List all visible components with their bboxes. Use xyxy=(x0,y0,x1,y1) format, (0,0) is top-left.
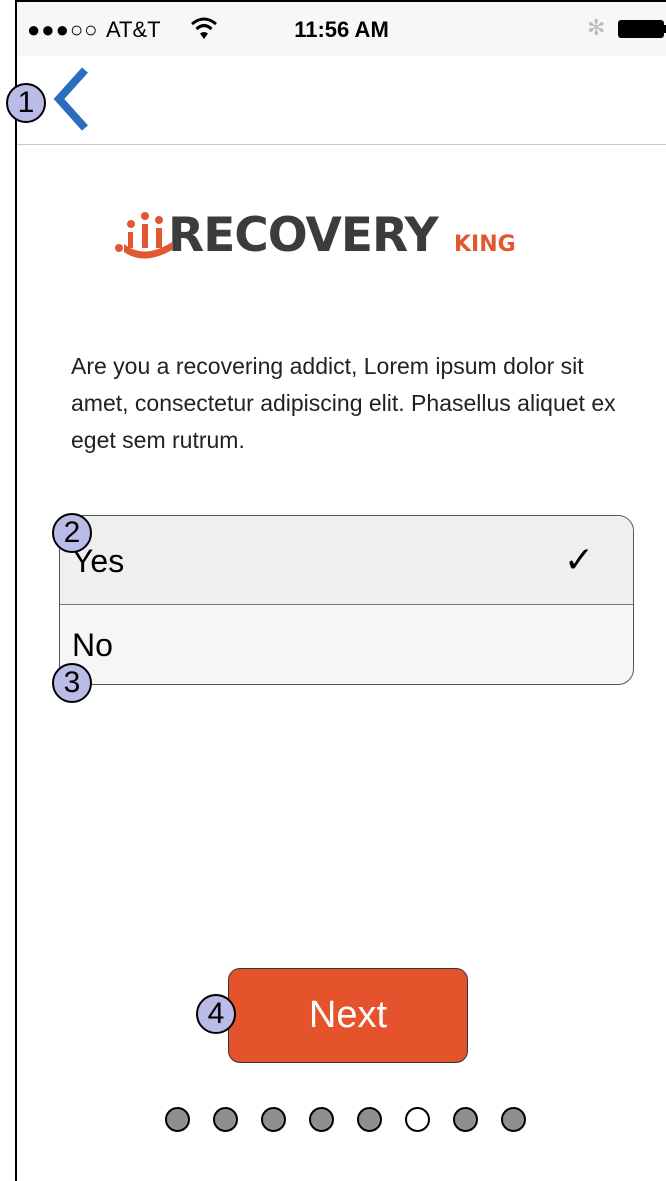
answer-options-group: Yes ✓ No xyxy=(59,515,634,685)
battery-icon xyxy=(618,20,664,38)
page-dot-7 xyxy=(453,1107,478,1132)
logo-suffix: KING xyxy=(454,232,516,257)
nav-divider xyxy=(17,144,666,145)
clock-time: 11:56 AM xyxy=(294,17,389,42)
annotation-badge-4: 4 xyxy=(196,994,236,1034)
annotation-badge-1: 1 xyxy=(6,83,46,123)
checkmark-icon: ✓ xyxy=(564,539,595,580)
page-dot-4 xyxy=(309,1107,334,1132)
chevron-left-icon xyxy=(53,67,88,131)
page-dot-6 xyxy=(405,1107,430,1132)
option-no-label: No xyxy=(72,627,113,663)
annotation-badge-2: 2 xyxy=(52,513,92,553)
option-no[interactable]: No xyxy=(60,605,633,684)
page-dot-1 xyxy=(165,1107,190,1132)
status-bar: ●●●○○ AT&T 11:56 AM ✻ xyxy=(17,2,666,56)
bluetooth-icon: ✻ xyxy=(587,15,606,40)
question-text: Are you a recovering addict, Lorem ipsum… xyxy=(71,353,616,453)
navigation-bar xyxy=(17,56,666,144)
page-dot-2 xyxy=(213,1107,238,1132)
annotation-badge-3: 3 xyxy=(52,663,92,703)
logo-wordmark: RECOVERY xyxy=(168,208,439,263)
page-dot-8 xyxy=(501,1107,526,1132)
page-dot-5 xyxy=(357,1107,382,1132)
page-dot-3 xyxy=(261,1107,286,1132)
recovery-king-logo: RECOVERY KING xyxy=(114,206,534,266)
option-yes[interactable]: Yes ✓ xyxy=(60,516,633,605)
next-button[interactable]: Next xyxy=(228,968,468,1063)
back-button[interactable] xyxy=(47,66,95,132)
crown-logo-icon xyxy=(115,212,172,259)
